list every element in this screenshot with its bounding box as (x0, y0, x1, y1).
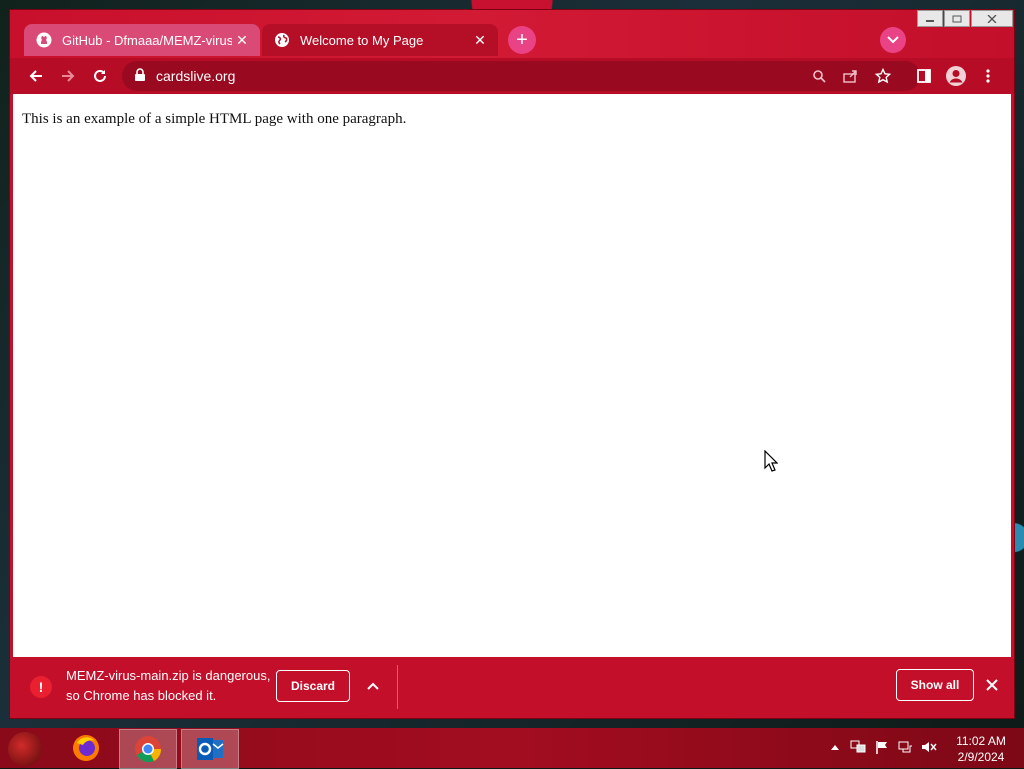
window-controls (916, 10, 1013, 27)
menu-button[interactable] (976, 64, 1000, 88)
tab-search-button[interactable] (880, 27, 906, 53)
tab-label: GitHub - Dfmaaa/MEMZ-virus: Th (62, 32, 232, 48)
arrow-right-icon (62, 70, 75, 82)
taskbar-app-chrome[interactable] (119, 729, 177, 769)
taskbar-app-outlook[interactable] (181, 729, 239, 769)
browser-window: GitHub - Dfmaaa/MEMZ-virus: Th ✕ Welcome… (10, 10, 1014, 718)
page-paragraph: This is an example of a simple HTML page… (22, 111, 407, 127)
side-panel-button[interactable] (912, 64, 936, 88)
download-message-line2: so Chrome has blocked it. (66, 688, 217, 703)
avatar-icon (946, 66, 966, 86)
tray-expand-icon[interactable] (826, 738, 844, 756)
discard-button[interactable]: Discard (276, 670, 350, 702)
warning-icon: ! (30, 676, 52, 698)
reload-icon (94, 69, 106, 82)
url-text: cardslive.org (156, 68, 236, 84)
download-message-line1: MEMZ-virus-main.zip is dangerous, (66, 668, 271, 683)
close-tab-icon[interactable]: ✕ (232, 30, 252, 50)
close-window-button[interactable] (971, 10, 1013, 27)
tab-label: Welcome to My Page (300, 32, 424, 48)
tab-welcome[interactable]: Welcome to My Page ✕ (262, 24, 498, 56)
outlook-icon (197, 738, 224, 760)
browser-toolbar: cardslive.org (10, 58, 1014, 94)
start-button[interactable] (8, 732, 42, 766)
volume-muted-icon[interactable] (920, 738, 938, 756)
minimize-button[interactable] (917, 10, 943, 27)
download-warning-text: MEMZ-virus-main.zip is dangerous, so Chr… (66, 666, 270, 706)
tab-github[interactable]: GitHub - Dfmaaa/MEMZ-virus: Th ✕ (24, 24, 260, 56)
reload-button[interactable] (88, 64, 112, 88)
divider (397, 665, 398, 709)
clock-date: 2/9/2024 (957, 750, 1005, 764)
new-tab-button[interactable]: + (508, 26, 536, 54)
show-all-button[interactable]: Show all (896, 669, 974, 701)
search-icon[interactable] (808, 65, 830, 87)
flag-icon[interactable] (873, 738, 891, 756)
mouse-cursor (764, 449, 779, 477)
chevron-down-icon (887, 36, 899, 44)
profile-button[interactable] (944, 64, 968, 88)
kebab-menu-icon (986, 69, 990, 83)
chrome-icon (135, 736, 162, 763)
arrow-left-icon (29, 70, 42, 82)
close-icon[interactable] (982, 675, 1002, 695)
close-tab-icon[interactable]: ✕ (470, 30, 490, 50)
page-content: This is an example of a simple HTML page… (13, 94, 1011, 657)
firefox-icon (73, 735, 99, 761)
address-bar[interactable]: cardslive.org (122, 61, 920, 91)
network-icon[interactable] (897, 738, 915, 756)
maximize-button[interactable] (944, 10, 970, 27)
download-bar: ! MEMZ-virus-main.zip is dangerous, so C… (10, 657, 1014, 718)
chevron-up-icon[interactable] (362, 675, 384, 697)
lock-icon (134, 68, 146, 87)
share-icon[interactable] (840, 65, 862, 87)
network-display-icon[interactable] (849, 738, 867, 756)
github-icon (36, 32, 52, 48)
tab-strip: GitHub - Dfmaaa/MEMZ-virus: Th ✕ Welcome… (10, 10, 1014, 58)
forward-button[interactable] (56, 64, 80, 88)
system-clock[interactable]: 11:02 AM 2/9/2024 (950, 733, 1012, 765)
taskbar-app-firefox[interactable] (58, 729, 114, 767)
back-button[interactable] (24, 64, 48, 88)
side-panel-icon (917, 69, 931, 83)
bookmark-star-icon[interactable] (872, 65, 894, 87)
taskbar: 11:02 AM 2/9/2024 (0, 728, 1024, 769)
globe-icon (274, 32, 290, 48)
clock-time: 11:02 AM (956, 734, 1006, 748)
